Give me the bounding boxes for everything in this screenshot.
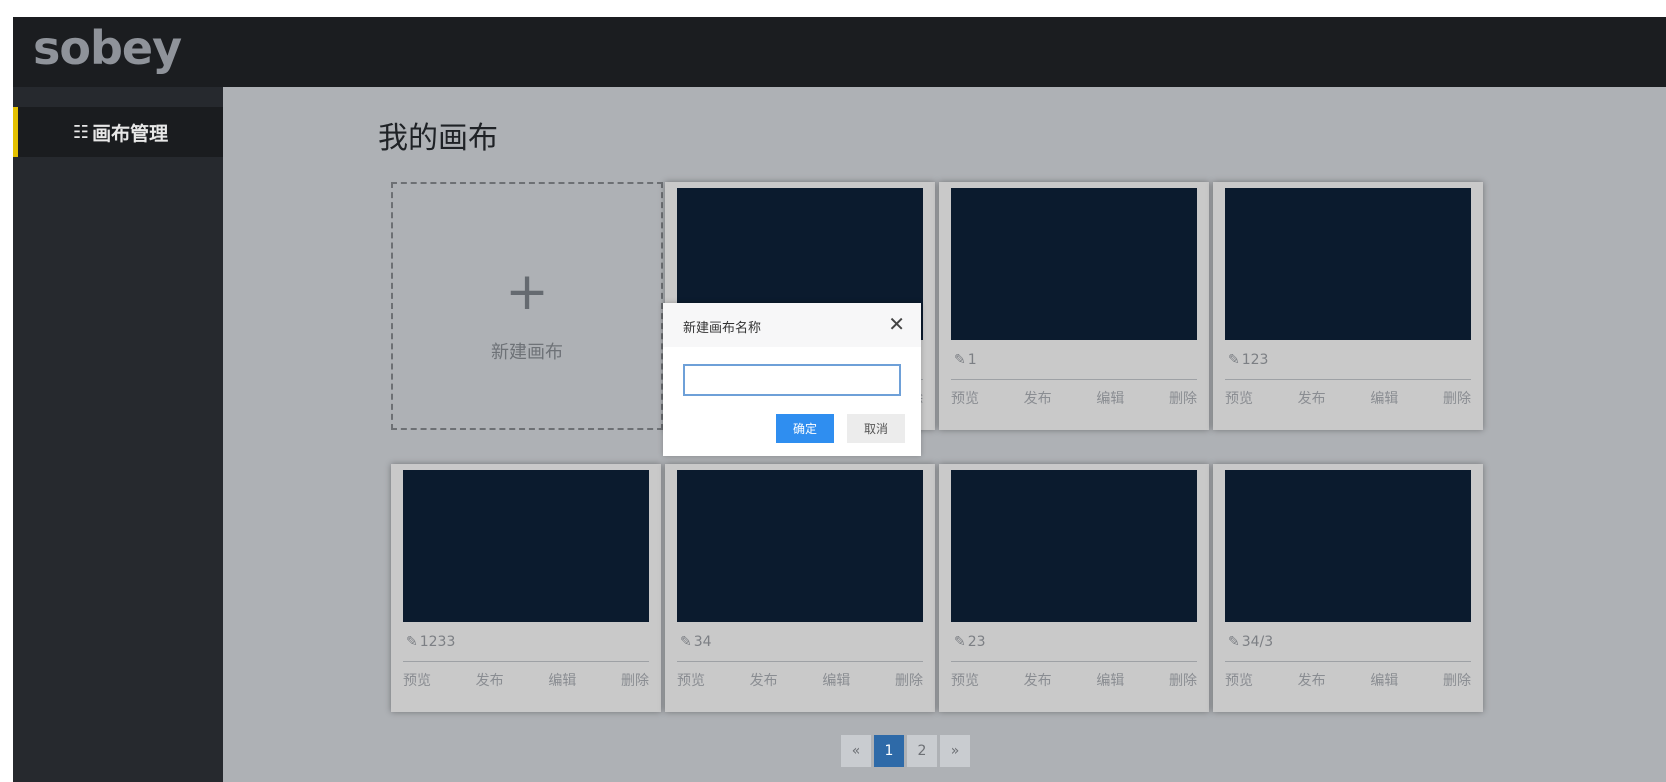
canvas-card: ✎ 34 预览 发布 编辑 删除 [665,464,935,712]
publish-link[interactable]: 发布 [1298,388,1326,414]
sidebar: ☷ 画布管理 [13,87,223,782]
edit-link[interactable]: 编辑 [1370,670,1398,696]
edit-link[interactable]: 编辑 [1096,670,1124,696]
canvas-card: ✎ 123 预览 发布 编辑 删除 [1213,182,1483,430]
page-title: 我的画布 [378,121,498,156]
cancel-button[interactable]: 取消 [847,414,905,443]
page-2-button[interactable]: 2 [907,735,937,767]
sobey-logo: sobey [33,21,182,75]
card-actions: 预览 发布 编辑 删除 [1225,388,1471,414]
card-actions: 预览 发布 编辑 删除 [951,670,1197,696]
preview-link[interactable]: 预览 [1225,388,1253,414]
publish-link[interactable]: 发布 [476,670,504,696]
card-actions: 预览 发布 编辑 删除 [677,670,923,696]
canvas-thumbnail[interactable] [677,470,923,622]
preview-link[interactable]: 预览 [951,670,979,696]
card-actions: 预览 发布 编辑 删除 [403,670,649,696]
edit-link[interactable]: 编辑 [822,670,850,696]
canvas-card: ✎ 34/3 预览 发布 编辑 删除 [1213,464,1483,712]
canvas-name-input[interactable] [683,364,901,396]
card-actions: 预览 发布 编辑 删除 [1225,670,1471,696]
pencil-icon: ✎ [1228,634,1240,650]
divider [951,661,1197,662]
canvas-name: ✎ 1 [954,352,977,368]
sidebar-item-canvas-management[interactable]: ☷ 画布管理 [13,107,223,157]
confirm-button[interactable]: 确定 [776,414,834,443]
pencil-icon: ✎ [406,634,418,650]
preview-link[interactable]: 预览 [951,388,979,414]
pencil-icon: ✎ [1228,352,1240,368]
divider [1225,379,1471,380]
publish-link[interactable]: 发布 [1024,388,1052,414]
preview-link[interactable]: 预览 [1225,670,1253,696]
canvas-name: ✎ 34 [680,634,712,650]
new-canvas-card[interactable]: + 新建画布 [391,182,663,430]
delete-link[interactable]: 删除 [895,670,923,696]
canvas-thumbnail[interactable] [403,470,649,622]
page-1-button[interactable]: 1 [874,735,904,767]
new-canvas-label: 新建画布 [491,342,563,363]
divider [1225,661,1471,662]
dialog-title: 新建画布名称 [683,321,762,336]
pencil-icon: ✎ [680,634,692,650]
next-page-button[interactable]: » [940,735,970,767]
delete-link[interactable]: 删除 [1443,670,1471,696]
canvas-card: ✎ 23 预览 发布 编辑 删除 [939,464,1209,712]
new-canvas-dialog: 新建画布名称 ✕ 确定 取消 [663,303,921,456]
canvas-name: ✎ 1233 [406,634,456,650]
canvas-name: ✎ 123 [1228,352,1269,368]
plus-icon: + [505,262,549,322]
canvas-name: ✎ 34/3 [1228,634,1274,650]
canvas-thumbnail[interactable] [1225,470,1471,622]
divider [677,661,923,662]
pagination: « 1 2 » [841,735,973,767]
pencil-icon: ✎ [954,352,966,368]
sidebar-item-label: 画布管理 [92,122,169,145]
delete-link[interactable]: 删除 [1169,388,1197,414]
prev-page-button[interactable]: « [841,735,871,767]
preview-link[interactable]: 预览 [403,670,431,696]
delete-link[interactable]: 删除 [1443,388,1471,414]
canvas-thumbnail[interactable] [951,470,1197,622]
divider [403,661,649,662]
delete-link[interactable]: 删除 [1169,670,1197,696]
canvas-thumbnail[interactable] [1225,188,1471,340]
publish-link[interactable]: 发布 [750,670,778,696]
main-content: 我的画布 + 新建画布 预览 发布 编辑 删除 ✎1 预览 发布 编辑 [223,87,1666,782]
canvas-card: ✎ 1 预览 发布 编辑 删除 [939,182,1209,430]
canvas-name: ✎ 23 [954,634,986,650]
canvas-card: ✎ 1233 预览 发布 编辑 删除 [391,464,661,712]
canvas-thumbnail[interactable] [951,188,1197,340]
publish-link[interactable]: 发布 [1298,670,1326,696]
edit-link[interactable]: 编辑 [548,670,576,696]
card-actions: 预览 发布 编辑 删除 [951,388,1197,414]
divider [951,379,1197,380]
close-icon[interactable]: ✕ [888,312,905,336]
top-bar: sobey [13,17,1666,87]
dialog-header: 新建画布名称 ✕ [663,303,921,347]
edit-link[interactable]: 编辑 [1096,388,1124,414]
preview-link[interactable]: 预览 [677,670,705,696]
pencil-icon: ✎ [954,634,966,650]
publish-link[interactable]: 发布 [1024,670,1052,696]
delete-link[interactable]: 删除 [621,670,649,696]
grid-list-icon: ☷ [72,121,90,143]
edit-link[interactable]: 编辑 [1370,388,1398,414]
